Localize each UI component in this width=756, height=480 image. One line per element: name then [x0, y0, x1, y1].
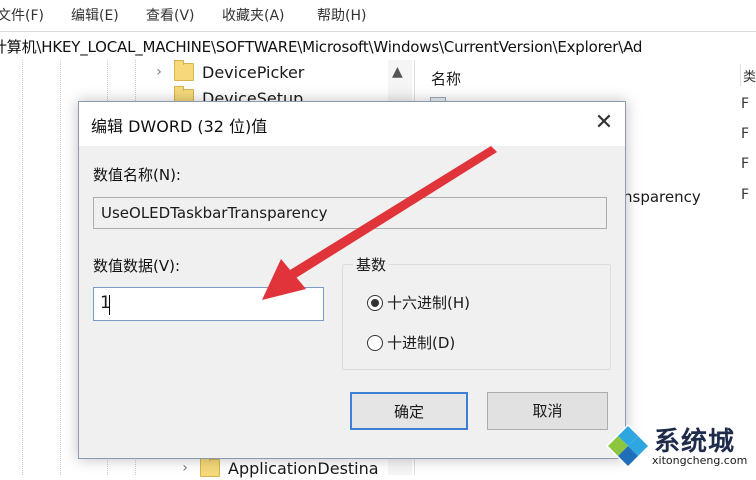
dialog-title: 编辑 DWORD (32 位)值 [91, 117, 268, 136]
tree-item-devicepicker[interactable]: › DevicePicker [150, 60, 304, 84]
edit-dword-dialog: 编辑 DWORD (32 位)值 ✕ 数值名称(N): UseOLEDTaskb… [78, 101, 626, 459]
menu-file[interactable]: 文件(F) [0, 5, 44, 25]
watermark: 系统城 xitongcheng.com [602, 418, 756, 475]
column-header-type[interactable]: 类 [743, 66, 756, 85]
value-data-label: 数值数据(V): [93, 257, 181, 275]
radio-decimal-label: 十进制(D) [387, 334, 456, 352]
value-name-label: 数值名称(N): [93, 166, 181, 184]
base-group-label: 基数 [353, 254, 390, 275]
tree-item-applicationdestinations[interactable]: › ApplicationDestina [176, 456, 379, 480]
tree-guide-line [60, 60, 61, 475]
dialog-body: 数值名称(N): UseOLEDTaskbarTransparency 数值数据… [79, 146, 625, 458]
list-cell-type: F [741, 126, 750, 142]
list-cell-type: F [741, 156, 750, 172]
address-path: 计算机\HKEY_LOCAL_MACHINE\SOFTWARE\Microsof… [0, 38, 643, 56]
watermark-text: 系统城 [654, 427, 736, 457]
ok-button[interactable]: 确定 [350, 392, 468, 430]
scroll-up-icon[interactable]: ▲ [392, 64, 403, 80]
folder-icon [200, 456, 220, 477]
radio-hex[interactable]: 十六进制(H) [367, 292, 470, 313]
menu-help[interactable]: 帮助(H) [317, 5, 366, 25]
watermark-logo-icon [606, 424, 650, 468]
value-name-field[interactable]: UseOLEDTaskbarTransparency [93, 197, 607, 229]
address-bar[interactable]: 计算机\HKEY_LOCAL_MACHINE\SOFTWARE\Microsof… [0, 31, 756, 61]
list-cell-type: F [741, 187, 750, 203]
watermark-url: xitongcheng.com [652, 454, 748, 467]
menu-edit[interactable]: 编辑(E) [71, 5, 119, 25]
column-divider[interactable] [740, 64, 741, 86]
menu-bar: 文件(F) 编辑(E) 查看(V) 收藏夹(A) 帮助(H) [0, 0, 756, 30]
folder-icon [174, 60, 194, 81]
chevron-right-icon[interactable]: › [150, 64, 168, 80]
list-cell-name[interactable]: nsparency [623, 188, 701, 206]
chevron-right-icon[interactable]: › [176, 460, 194, 476]
menu-view[interactable]: 查看(V) [146, 5, 195, 25]
radio-unselected-icon[interactable] [367, 334, 383, 351]
cancel-button[interactable]: 取消 [487, 392, 608, 430]
menu-favorites[interactable]: 收藏夹(A) [222, 5, 285, 25]
radio-decimal[interactable]: 十进制(D) [367, 332, 455, 353]
list-cell-type: F [741, 96, 750, 112]
base-group: 基数 十六进制(H) 十进制(D) [342, 254, 611, 370]
tree-guide-line [22, 60, 23, 475]
value-data-input[interactable]: 1 [93, 287, 324, 321]
column-header-name[interactable]: 名称 [431, 68, 461, 89]
radio-selected-icon[interactable] [367, 294, 383, 311]
tree-item-label: DevicePicker [202, 62, 305, 82]
radio-hex-label: 十六进制(H) [387, 294, 470, 312]
close-icon[interactable]: ✕ [585, 106, 623, 140]
